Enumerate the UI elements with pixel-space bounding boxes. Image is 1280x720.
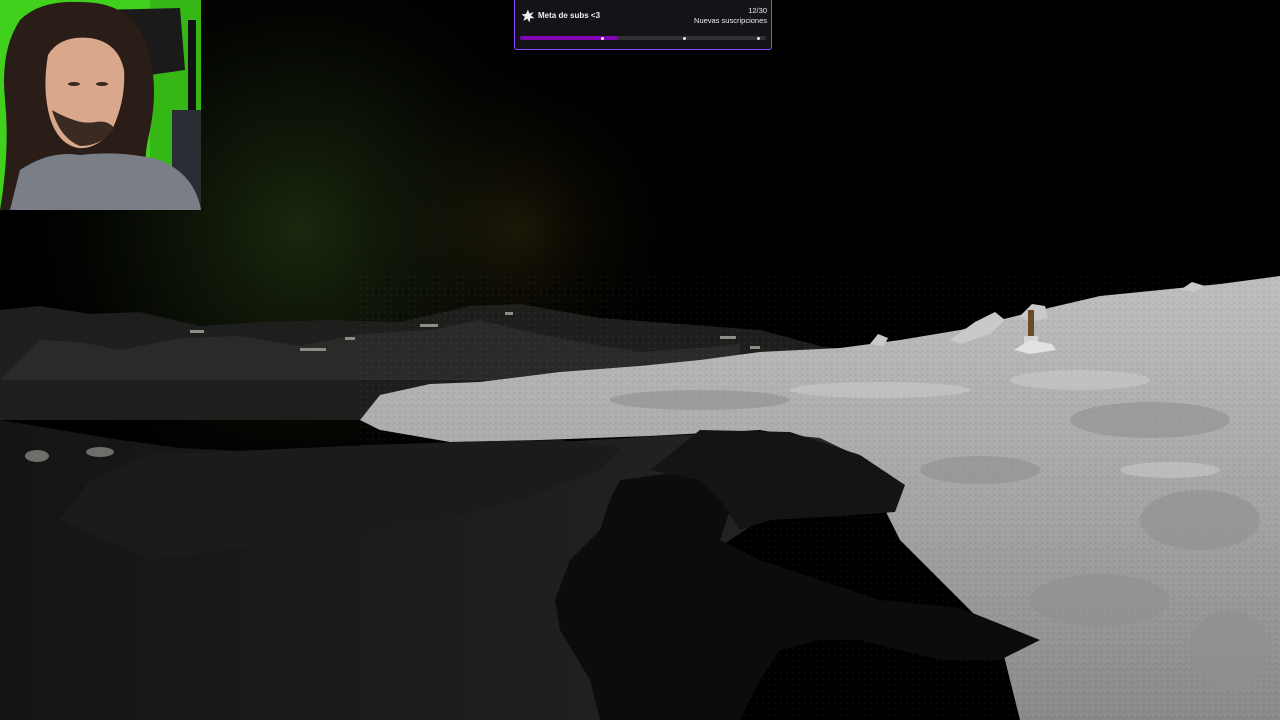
sub-goal-widget: Meta de subs <3 12/30 Nuevas suscripcion… bbox=[514, 0, 772, 50]
star-burst-icon bbox=[521, 9, 535, 23]
sub-goal-milestone-marker bbox=[682, 36, 686, 40]
sub-goal-subtitle: Nuevas suscripciones bbox=[694, 16, 767, 25]
stream-view: Meta de subs <3 12/30 Nuevas suscripcion… bbox=[0, 0, 1280, 720]
sub-goal-title: Meta de subs <3 bbox=[538, 11, 601, 20]
sub-goal-milestone-marker bbox=[600, 36, 604, 40]
sub-goal-count: 12/30 bbox=[748, 6, 767, 15]
sub-goal-milestone-marker bbox=[757, 36, 761, 40]
sub-goal-progress-fill bbox=[520, 36, 619, 40]
sub-goal-progress-track bbox=[520, 36, 766, 40]
streamer-webcam bbox=[0, 0, 201, 210]
